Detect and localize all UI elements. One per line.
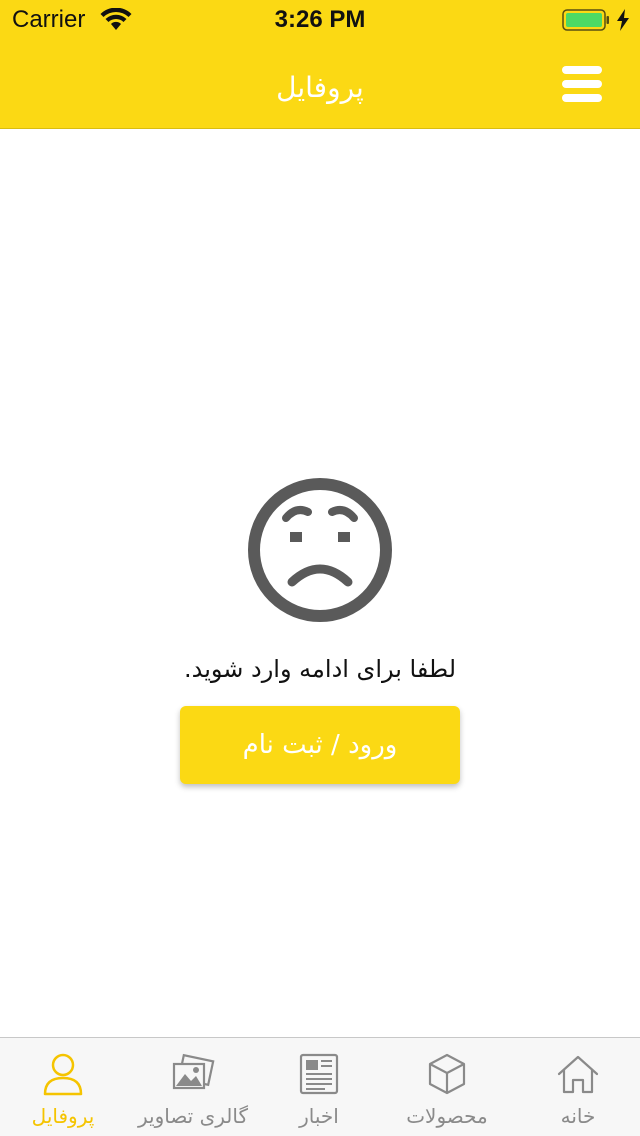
login-prompt-text: لطفا برای ادامه وارد شوید.: [183, 655, 457, 683]
tab-label: خانه: [560, 1104, 596, 1128]
hamburger-icon: [562, 80, 602, 88]
sad-face-icon: [248, 478, 392, 622]
home-icon: [557, 1055, 599, 1094]
tab-profile[interactable]: پروفایل: [0, 1038, 126, 1136]
tab-label: محصولات: [406, 1104, 488, 1128]
tab-gallery[interactable]: گالری تصاویر: [126, 1038, 260, 1136]
wifi-icon: [100, 8, 132, 30]
user-icon: [43, 1053, 83, 1096]
tab-label: گالری تصاویر: [137, 1104, 249, 1128]
box-icon: [428, 1053, 466, 1095]
tab-news[interactable]: اخبار: [260, 1038, 378, 1136]
charging-bolt-icon: [617, 9, 629, 31]
login-register-button[interactable]: ورود / ثبت نام: [180, 706, 460, 784]
status-bar: Carrier 3:26 PM: [0, 0, 640, 40]
app-screen: Carrier 3:26 PM پروفایل لطفا برای ادامه …: [0, 0, 640, 1136]
battery-icon: [562, 9, 609, 31]
hamburger-icon: [562, 66, 602, 74]
newspaper-icon: [299, 1053, 339, 1095]
gallery-icon: [172, 1053, 215, 1090]
tab-products[interactable]: محصولات: [378, 1038, 516, 1136]
menu-button[interactable]: [562, 64, 602, 104]
tab-home[interactable]: خانه: [516, 1038, 640, 1136]
navigation-bar: پروفایل: [0, 40, 640, 128]
status-time: 3:26 PM: [274, 6, 366, 33]
hamburger-icon: [562, 94, 602, 102]
page-title: پروفایل: [276, 71, 364, 104]
tab-label: اخبار: [299, 1104, 339, 1128]
top-bar: Carrier 3:26 PM پروفایل: [0, 0, 640, 129]
tab-label: پروفایل: [31, 1104, 95, 1128]
tab-bar: پروفایل گالری تصاویر اخبار محصولات خانه: [0, 1037, 640, 1136]
carrier-label: Carrier: [12, 6, 86, 33]
